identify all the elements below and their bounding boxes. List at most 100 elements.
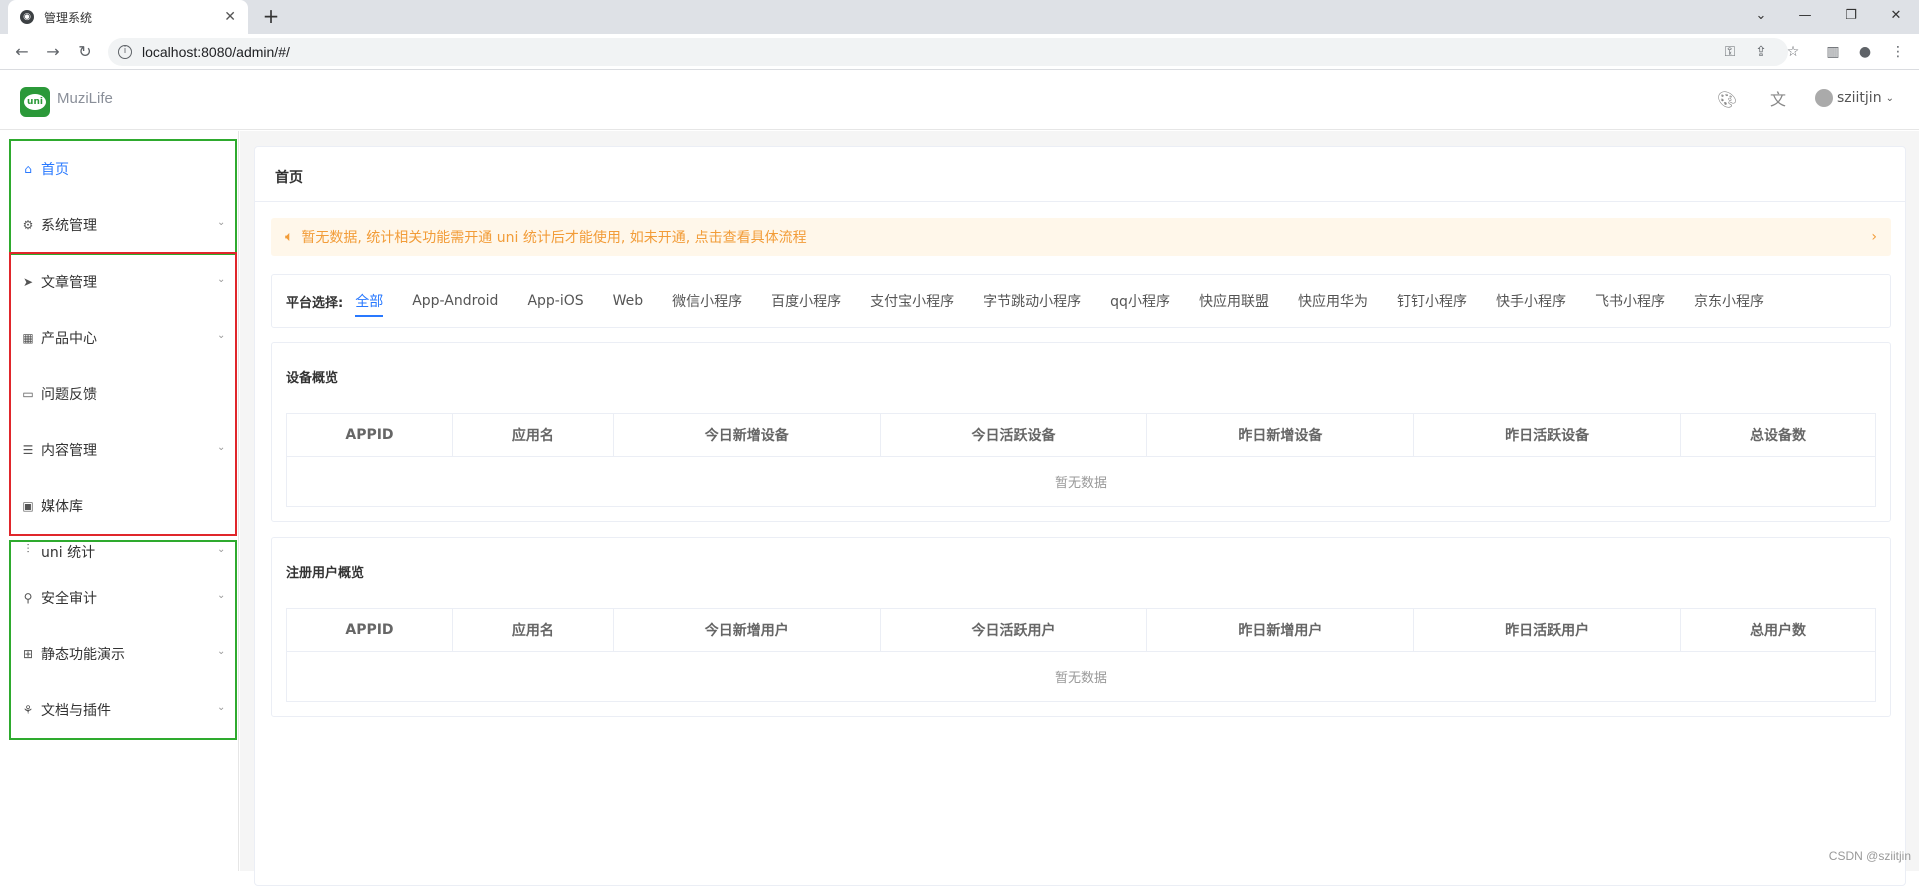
platform-option[interactable]: 钉钉小程序 — [1397, 289, 1467, 313]
palette-icon[interactable]: 🎨︎ — [1716, 89, 1738, 111]
logo-text: uni — [24, 94, 46, 110]
grid-icon: ⊞ — [21, 647, 35, 661]
sidebar-item-uni-stat[interactable]: ⫶ uni 统计 ⌄ — [11, 542, 235, 570]
column-header: 总设备数 — [1681, 414, 1876, 457]
back-icon[interactable]: ← — [12, 42, 32, 62]
notice-text: 暂无数据, 统计相关功能需开通 uni 统计后才能使用, 如未开通, 点击查看具… — [301, 227, 806, 247]
table-row: 暂无数据 — [287, 652, 1876, 702]
sidepanel-icon[interactable]: ▥ — [1823, 42, 1843, 62]
user-overview-table: APPID 应用名 今日新增用户 今日活跃用户 昨日新增用户 昨日活跃用户 总用… — [286, 608, 1876, 702]
url-text: localhost:8080/admin/#/ — [142, 44, 290, 60]
user-overview-card: 注册用户概览 APPID 应用名 今日新增用户 今日活跃用户 昨日新增用户 昨日… — [271, 537, 1891, 717]
translate-icon[interactable]: 文 — [1767, 89, 1789, 111]
map-icon: ▦ — [21, 331, 35, 345]
info-icon[interactable]: i — [118, 45, 132, 59]
sidebar-item-feedback[interactable]: ▭ 问题反馈 — [11, 366, 235, 422]
sidebar-item-articles[interactable]: ➤ 文章管理 ⌄ — [11, 254, 235, 310]
column-header: 昨日活跃设备 — [1414, 414, 1681, 457]
column-header: 应用名 — [452, 414, 613, 457]
menu-icon[interactable]: ⋮ — [1888, 42, 1908, 62]
forward-icon[interactable]: → — [43, 42, 63, 62]
page-title: 首页 — [275, 167, 303, 187]
empty-text: 暂无数据 — [287, 457, 1876, 507]
key-icon[interactable]: ⚿ — [1720, 42, 1740, 62]
sidebar-item-home[interactable]: ⌂ 首页 — [11, 141, 235, 197]
url-field[interactable]: i localhost:8080/admin/#/ — [108, 38, 1788, 66]
username: sziitjin — [1837, 90, 1882, 106]
chevron-down-icon: ⌄ — [217, 217, 227, 227]
logo: uni — [20, 87, 50, 117]
minimize-button[interactable]: — — [1782, 0, 1828, 30]
sidebar-item-media[interactable]: ▣ 媒体库 — [11, 478, 235, 534]
platform-option[interactable]: 全部 — [355, 289, 383, 313]
window-close-button[interactable]: ✕ — [1873, 0, 1919, 30]
table-header-row: APPID 应用名 今日新增用户 今日活跃用户 昨日新增用户 昨日活跃用户 总用… — [287, 609, 1876, 652]
sidebar-item-docs[interactable]: ⚘ 文档与插件 ⌄ — [11, 682, 235, 738]
column-header: 昨日新增设备 — [1147, 414, 1414, 457]
profile-icon[interactable]: ● — [1855, 42, 1875, 62]
column-header: 应用名 — [452, 609, 613, 652]
platform-option[interactable]: 字节跳动小程序 — [983, 289, 1081, 313]
column-header: 今日新增设备 — [613, 414, 880, 457]
column-header: 昨日活跃用户 — [1414, 609, 1681, 652]
platform-option[interactable]: 百度小程序 — [771, 289, 841, 313]
column-header: 今日活跃用户 — [880, 609, 1147, 652]
platform-option[interactable]: qq小程序 — [1110, 289, 1170, 313]
sidebar-item-label: 媒体库 — [41, 496, 83, 516]
device-overview-title: 设备概览 — [286, 367, 338, 386]
sidebar-item-label: 安全审计 — [41, 588, 97, 608]
platform-option[interactable]: 快应用华为 — [1298, 289, 1368, 313]
user-menu[interactable]: sziitjin ⌄ — [1815, 89, 1894, 107]
device-overview-card: 设备概览 APPID 应用名 今日新增设备 今日活跃设备 昨日新增设备 昨日活跃… — [271, 342, 1891, 522]
sidebar-item-content[interactable]: ☰ 内容管理 ⌄ — [11, 422, 235, 478]
platform-option[interactable]: App-Android — [412, 291, 498, 311]
sidebar: ⌂ 首页 ⚙ 系统管理 ⌄ ➤ 文章管理 ⌄ ▦ 产品中心 ⌄ ▭ 问题反馈 ☰… — [0, 131, 239, 871]
platform-option[interactable]: 快手小程序 — [1496, 289, 1566, 313]
globe-icon: ◉ — [20, 10, 34, 24]
user-icon: ⚲ — [21, 591, 35, 605]
menu-group-2: ➤ 文章管理 ⌄ ▦ 产品中心 ⌄ ▭ 问题反馈 ☰ 内容管理 ⌄ ▣ 媒体库 — [9, 252, 237, 536]
platform-option[interactable]: App-iOS — [527, 291, 583, 311]
platform-option[interactable]: Web — [613, 291, 644, 311]
column-header: 总用户数 — [1681, 609, 1876, 652]
chat-icon: ▭ — [21, 387, 35, 401]
empty-text: 暂无数据 — [287, 652, 1876, 702]
plugin-icon: ⚘ — [21, 703, 35, 717]
notice-bar[interactable]: 🔈︎ 暂无数据, 统计相关功能需开通 uni 统计后才能使用, 如未开通, 点击… — [271, 218, 1891, 256]
tab-title: 管理系统 — [44, 9, 224, 26]
share-icon[interactable]: ⇪ — [1751, 42, 1771, 62]
platform-option[interactable]: 飞书小程序 — [1595, 289, 1665, 313]
close-icon[interactable]: ✕ — [224, 9, 236, 25]
chevron-down-icon: ⌄ — [1886, 93, 1894, 104]
avatar — [1815, 89, 1833, 107]
new-tab-button[interactable]: + — [260, 6, 282, 28]
sidebar-item-system[interactable]: ⚙ 系统管理 ⌄ — [11, 197, 235, 253]
platform-option[interactable]: 支付宝小程序 — [870, 289, 954, 313]
reload-icon[interactable]: ↻ — [75, 42, 95, 62]
menu-group-3: ⫶ uni 统计 ⌄ ⚲ 安全审计 ⌄ ⊞ 静态功能演示 ⌄ ⚘ 文档与插件 ⌄ — [9, 540, 237, 740]
user-overview-title: 注册用户概览 — [286, 562, 364, 581]
platform-selector: 平台选择: 全部 App-Android App-iOS Web 微信小程序 百… — [271, 274, 1891, 328]
star-icon[interactable]: ☆ — [1783, 42, 1803, 62]
sidebar-item-label: 首页 — [41, 159, 69, 179]
platform-option[interactable]: 微信小程序 — [672, 289, 742, 313]
sidebar-item-label: 问题反馈 — [41, 384, 97, 404]
speaker-icon: 🔈︎ — [285, 229, 293, 245]
device-overview-table: APPID 应用名 今日新增设备 今日活跃设备 昨日新增设备 昨日活跃设备 总设… — [286, 413, 1876, 507]
sidebar-item-products[interactable]: ▦ 产品中心 ⌄ — [11, 310, 235, 366]
tab-search-icon[interactable]: ⌄ — [1738, 0, 1784, 30]
sidebar-item-static-demo[interactable]: ⊞ 静态功能演示 ⌄ — [11, 626, 235, 682]
platform-option[interactable]: 快应用联盟 — [1199, 289, 1269, 313]
brand-name: MuziLife — [57, 90, 113, 107]
column-header: 昨日新增用户 — [1147, 609, 1414, 652]
home-panel: 首页 🔈︎ 暂无数据, 统计相关功能需开通 uni 统计后才能使用, 如未开通,… — [254, 146, 1906, 886]
column-header: 今日新增用户 — [613, 609, 880, 652]
sidebar-item-label: 内容管理 — [41, 440, 97, 460]
main-content: 首页 🔈︎ 暂无数据, 统计相关功能需开通 uni 统计后才能使用, 如未开通,… — [240, 131, 1919, 871]
sidebar-item-label: 产品中心 — [41, 328, 97, 348]
browser-tab[interactable]: ◉ 管理系统 ✕ — [8, 0, 248, 34]
restore-button[interactable]: ❐ — [1828, 0, 1874, 30]
chevron-down-icon: ⌄ — [217, 702, 227, 712]
sidebar-item-security[interactable]: ⚲ 安全审计 ⌄ — [11, 570, 235, 626]
platform-option[interactable]: 京东小程序 — [1694, 289, 1764, 313]
